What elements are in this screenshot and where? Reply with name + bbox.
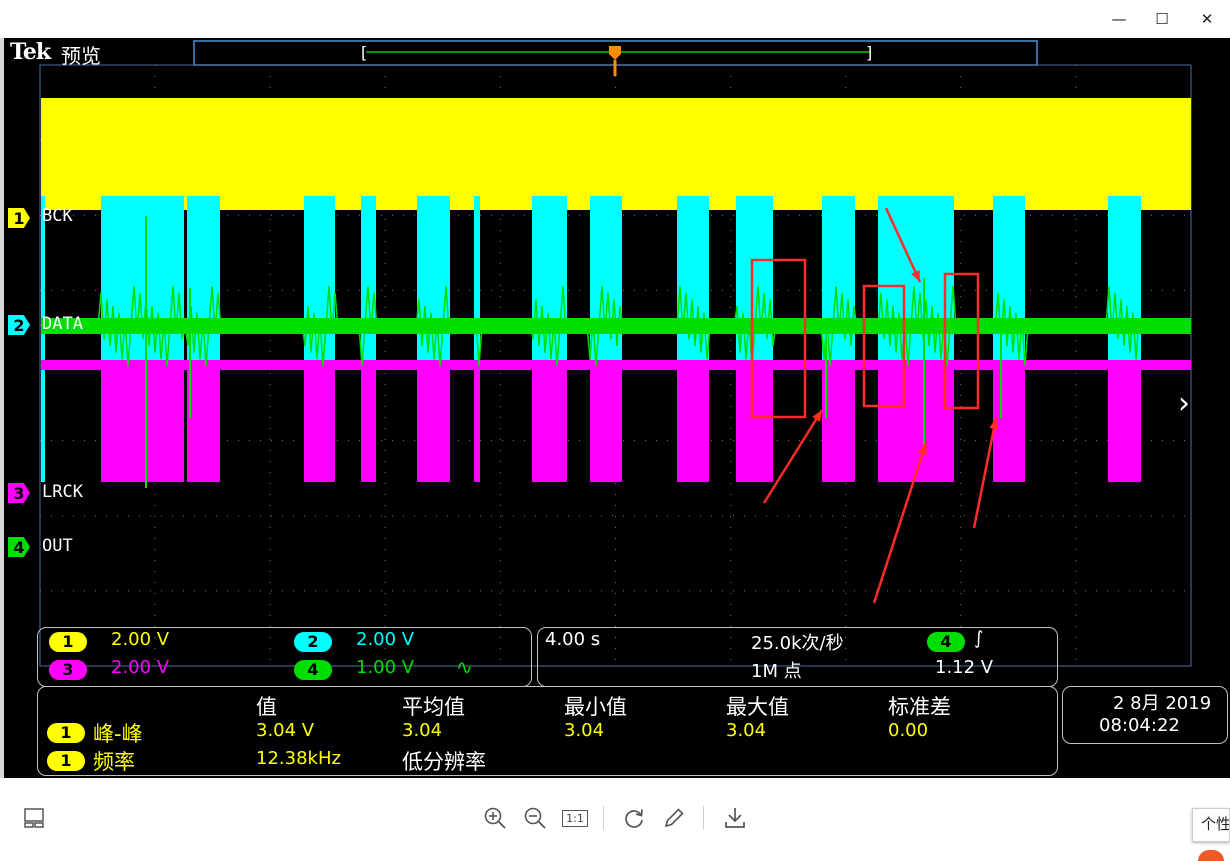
measurement-source-badge: 1 bbox=[47, 751, 85, 771]
window-title-bar: — ☐ ✕ bbox=[0, 0, 1230, 38]
oscilloscope-screen: [] Tek 预览 1 BCK 2 DATA 3 LRCK 4 OUT › 1 … bbox=[0, 38, 1230, 778]
ch3-trace-burst bbox=[304, 368, 335, 482]
ch2-badge: 2 bbox=[294, 632, 332, 652]
layout-button[interactable] bbox=[20, 804, 48, 832]
measurement-mean: 3.04 bbox=[402, 720, 443, 741]
ch3-label: LRCK bbox=[42, 482, 83, 502]
measurement-source-badge: 1 bbox=[47, 723, 85, 743]
ch2-trace-burst bbox=[677, 196, 709, 361]
viewer-toolbar: 1:1 个性 bbox=[0, 778, 1230, 861]
time: 08:04:22 bbox=[1099, 715, 1180, 736]
ch3-trace-burst bbox=[187, 368, 220, 482]
ch4-label: OUT bbox=[42, 536, 73, 556]
ch2-trace-burst bbox=[304, 196, 335, 361]
measurement-note: 低分辨率 bbox=[402, 750, 486, 774]
actual-size-button[interactable]: 1:1 bbox=[561, 804, 589, 832]
tooltip: 个性 bbox=[1192, 808, 1230, 842]
actual-size-label: 1:1 bbox=[562, 809, 588, 827]
measurement-std: 0.00 bbox=[888, 720, 929, 741]
toolbar-divider bbox=[703, 806, 704, 830]
trigger-slope-icon: ∫ bbox=[974, 628, 984, 649]
header-std: 标准差 bbox=[888, 695, 951, 719]
minimize-button[interactable]: — bbox=[1106, 6, 1132, 32]
datetime-panel: 2 8月 2019 08:04:22 bbox=[1062, 686, 1228, 744]
minimize-icon: — bbox=[1111, 10, 1127, 28]
trigger-level: 1.12 V bbox=[935, 657, 994, 678]
measurement-name: 峰-峰 bbox=[93, 722, 143, 746]
vertical-settings-panel: 1 2.00 V 2 2.00 V 3 2.00 V 4 1.00 V ∿ bbox=[37, 627, 532, 687]
close-icon: ✕ bbox=[1200, 10, 1214, 28]
ch3-trace-burst bbox=[993, 368, 1025, 482]
layout-icon bbox=[24, 808, 44, 828]
measurement-min: 3.04 bbox=[564, 720, 605, 741]
ch3-trace-burst bbox=[736, 368, 773, 482]
measurement-max: 3.04 bbox=[726, 720, 767, 741]
edit-button[interactable] bbox=[660, 804, 688, 832]
record-bracket-right: ] bbox=[866, 43, 872, 62]
maximize-button[interactable]: ☐ bbox=[1149, 6, 1175, 32]
ch4-scale: 1.00 V bbox=[356, 657, 415, 678]
ch1-scale: 2.00 V bbox=[111, 629, 170, 650]
trigger-source-badge: 4 bbox=[927, 632, 965, 652]
ch2-trace-edge bbox=[41, 196, 45, 482]
ch3-trace-burst bbox=[101, 368, 184, 482]
ch2-trace-burst bbox=[361, 196, 376, 361]
date: 2 8月 2019 bbox=[1113, 693, 1212, 714]
ch3-trace-burst bbox=[361, 368, 376, 482]
chevron-right-icon: › bbox=[1178, 386, 1190, 421]
header-value: 值 bbox=[256, 695, 277, 719]
header-min: 最小值 bbox=[564, 695, 627, 719]
ch3-trace-burst bbox=[417, 368, 450, 482]
header-max: 最大值 bbox=[726, 695, 789, 719]
ch3-trace-burst bbox=[677, 368, 709, 482]
download-icon bbox=[725, 808, 745, 828]
acquisition-mode: 预览 bbox=[61, 44, 101, 68]
measurements-panel: 值 平均值 最小值 最大值 标准差 1 峰-峰 3.04 V 3.04 3.04… bbox=[37, 686, 1058, 776]
ch1-label: BCK bbox=[42, 206, 73, 226]
zoom-in-icon bbox=[484, 807, 506, 829]
timebase: 4.00 s bbox=[545, 629, 601, 650]
rotate-button[interactable] bbox=[620, 804, 648, 832]
ch3-trace-burst bbox=[532, 368, 567, 482]
ch3-trace-burst bbox=[590, 368, 622, 482]
ch2-scale: 2.00 V bbox=[356, 629, 415, 650]
toolbar-divider bbox=[603, 806, 604, 830]
pencil-icon bbox=[664, 808, 684, 828]
ch3-badge: 3 bbox=[49, 660, 87, 680]
zoom-out-button[interactable] bbox=[521, 804, 549, 832]
record-length: 1M 点 bbox=[751, 661, 802, 682]
ch3-trace-burst bbox=[474, 368, 480, 482]
ch2-label: DATA bbox=[42, 314, 83, 334]
ch1-badge: 1 bbox=[49, 632, 87, 652]
next-button[interactable]: › bbox=[1173, 389, 1195, 420]
measurement-value: 3.04 V bbox=[256, 720, 315, 741]
header-mean: 平均值 bbox=[402, 695, 465, 719]
trigger-position-icon bbox=[609, 46, 621, 60]
measurement-value: 12.38kHz bbox=[256, 748, 341, 769]
zoom-out-icon bbox=[524, 807, 546, 829]
download-button[interactable] bbox=[721, 804, 749, 832]
maximize-icon: ☐ bbox=[1155, 10, 1169, 28]
horizontal-settings-panel: 4.00 s 25.0k次/秒 1M 点 4 ∫ 1.12 V bbox=[537, 627, 1058, 687]
measurement-name: 频率 bbox=[93, 750, 135, 774]
zoom-in-button[interactable] bbox=[481, 804, 509, 832]
ch4-coupling-icon: ∿ bbox=[456, 655, 473, 679]
ch3-scale: 2.00 V bbox=[111, 657, 170, 678]
sample-rate: 25.0k次/秒 bbox=[751, 633, 844, 654]
ch3-trace-burst bbox=[878, 368, 954, 482]
ch1-trace bbox=[41, 98, 1191, 210]
rotate-icon bbox=[625, 809, 643, 828]
ch4-badge: 4 bbox=[294, 660, 332, 680]
ch3-trace-baseline bbox=[41, 360, 1191, 370]
annotation-arrow bbox=[972, 417, 998, 529]
ch3-trace-burst bbox=[1108, 368, 1141, 482]
close-button[interactable]: ✕ bbox=[1194, 6, 1220, 32]
brand-logo: Tek bbox=[10, 39, 51, 65]
record-bracket-left: [ bbox=[361, 43, 367, 62]
app-badge bbox=[1198, 850, 1224, 861]
tooltip-text: 个性 bbox=[1201, 815, 1230, 833]
